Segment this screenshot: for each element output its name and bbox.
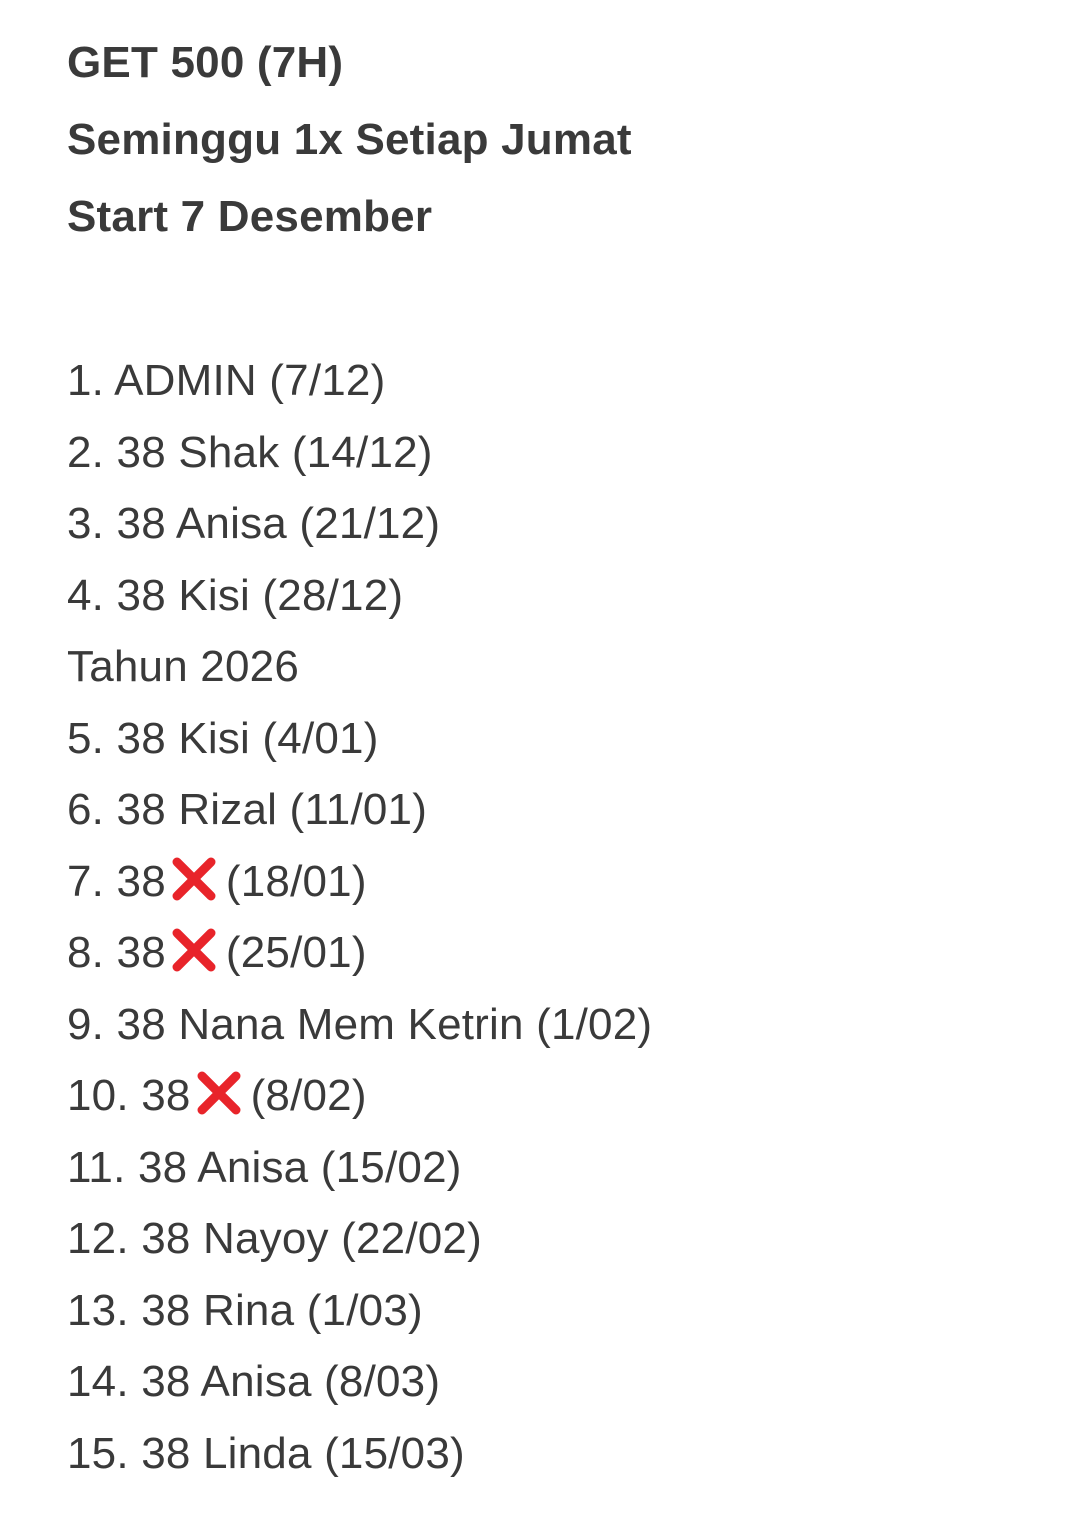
list-item-text: 38 Rina (1/03)	[141, 1285, 423, 1335]
list-item: 15. 38 Linda (15/03)	[67, 1418, 1040, 1490]
list-item: 2. 38 Shak (14/12)	[67, 417, 1040, 489]
list-item: 1. ADMIN (7/12)	[67, 345, 1040, 417]
list-item-suffix: (8/02)	[250, 1071, 367, 1120]
list-item: 3. 38 Anisa (21/12)	[67, 488, 1040, 560]
list-item: 9. 38 Nana Mem Ketrin (1/02)	[67, 989, 1040, 1061]
list-item-number: 8.	[67, 928, 105, 977]
list-item-number: 7.	[67, 856, 105, 906]
list-item: 8. 38 (25/01)	[67, 917, 1040, 989]
list-item-number: 9.	[67, 999, 105, 1049]
list-item: 10. 38 (8/02)	[67, 1060, 1040, 1132]
section-heading-year: Tahun 2026	[67, 642, 299, 691]
list-item: 4. 38 Kisi (28/12)	[67, 560, 1040, 632]
cross-mark-icon	[193, 1067, 245, 1119]
cross-mark-icon	[168, 924, 220, 976]
list-item-text: 38 Rizal (11/01)	[116, 785, 428, 834]
list-item-text: 38 Shak (14/12)	[116, 427, 433, 477]
list-item-prefix: 38	[116, 856, 166, 906]
list-item-number: 5.	[67, 713, 105, 763]
list-item-text: 38 Anisa (21/12)	[116, 499, 441, 548]
document-body: GET 500 (7H) Seminggu 1x Setiap Jumat St…	[67, 24, 1040, 1489]
list-item-number: 12.	[67, 1214, 129, 1263]
list-item-text: 38 Nana Mem Ketrin (1/02)	[116, 999, 653, 1049]
list-item-number: 14.	[67, 1357, 129, 1406]
list-item: 5. 38 Kisi (4/01)	[67, 703, 1040, 775]
list-item-suffix: (18/01)	[225, 856, 367, 906]
list-item-number: 15.	[67, 1428, 129, 1478]
schedule-list: 1. ADMIN (7/12) 2. 38 Shak (14/12) 3. 38…	[67, 345, 1040, 1489]
list-item-number: 10.	[67, 1071, 129, 1120]
list-item-text: 38 Anisa (8/03)	[141, 1357, 441, 1406]
list-item: 13. 38 Rina (1/03)	[67, 1275, 1040, 1347]
list-item-suffix: (25/01)	[225, 928, 367, 977]
list-item-number: 2.	[67, 427, 105, 477]
header-schedule: Seminggu 1x Setiap Jumat	[67, 115, 632, 164]
list-item-prefix: 38	[141, 1071, 191, 1120]
list-item: 14. 38 Anisa (8/03)	[67, 1346, 1040, 1418]
list-item: 12. 38 Nayoy (22/02)	[67, 1203, 1040, 1275]
header-title: GET 500 (7H)	[67, 38, 344, 87]
header-start-date: Start 7 Desember	[67, 192, 433, 241]
list-item-number: 1.	[67, 356, 105, 405]
list-item-text: 38 Kisi (4/01)	[116, 713, 379, 763]
list-item-text: 38 Nayoy (22/02)	[141, 1214, 482, 1263]
list-item: 11. 38 Anisa (15/02)	[67, 1132, 1040, 1204]
list-item-number: 6.	[67, 785, 105, 834]
cross-mark-icon	[168, 853, 220, 905]
list-item-number: 11.	[67, 1142, 126, 1192]
list-item-number: 3.	[67, 499, 105, 548]
list-item-text: ADMIN (7/12)	[114, 356, 386, 405]
list-item-text: 38 Kisi (28/12)	[116, 570, 404, 620]
list-item-number: 13.	[67, 1285, 129, 1335]
list-item-text: 38 Linda (15/03)	[141, 1428, 465, 1478]
list-item-prefix: 38	[116, 928, 166, 977]
list-item: 6. 38 Rizal (11/01)	[67, 774, 1040, 846]
list-item-text: 38 Anisa (15/02)	[137, 1142, 462, 1192]
list-item: 7. 38 (18/01)	[67, 846, 1040, 918]
list-item-number: 4.	[67, 570, 105, 620]
